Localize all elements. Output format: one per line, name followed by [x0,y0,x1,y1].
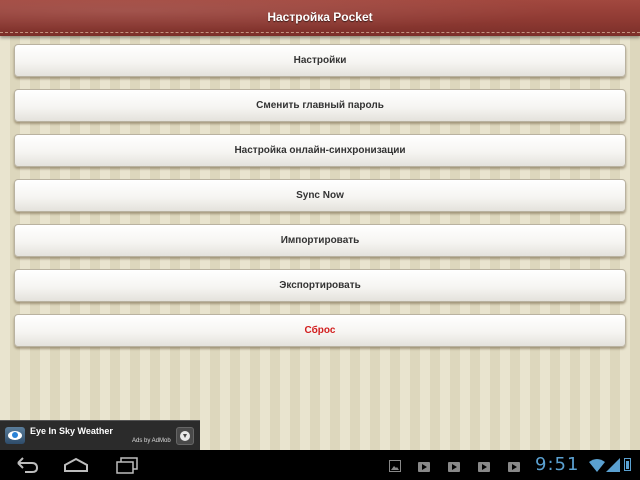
system-bar: 9:51 [0,450,640,480]
home-icon[interactable] [62,455,90,475]
play-store-icon [508,459,520,472]
clock[interactable]: 9:51 [535,454,579,475]
back-icon[interactable] [14,455,40,475]
image-icon [389,459,401,472]
title-bar: Настройка Pocket [0,0,640,36]
settings-menu: Настройки Сменить главный пароль Настрой… [14,44,626,359]
play-store-icon [418,459,430,472]
download-icon[interactable] [176,427,194,445]
reset-button[interactable]: Сброс [14,314,626,347]
ad-title: Eye In Sky Weather [30,426,113,436]
change-master-password-button[interactable]: Сменить главный пароль [14,89,626,122]
import-button[interactable]: Импортировать [14,224,626,257]
play-store-icon [448,459,460,472]
sync-now-button[interactable]: Sync Now [14,179,626,212]
signal-icon [606,458,620,477]
play-store-icon [478,459,490,472]
page-title: Настройка Pocket [267,10,373,24]
ad-banner[interactable]: Eye In Sky Weather Ads by AdMob [0,420,200,451]
wifi-icon [589,459,605,477]
battery-icon [624,458,631,471]
eye-logo-icon [5,427,25,444]
settings-button[interactable]: Настройки [14,44,626,77]
online-sync-settings-button[interactable]: Настройка онлайн-синхронизации [14,134,626,167]
export-button[interactable]: Экспортировать [14,269,626,302]
ad-attribution: Ads by AdMob [132,438,171,444]
recent-apps-icon[interactable] [114,455,140,475]
